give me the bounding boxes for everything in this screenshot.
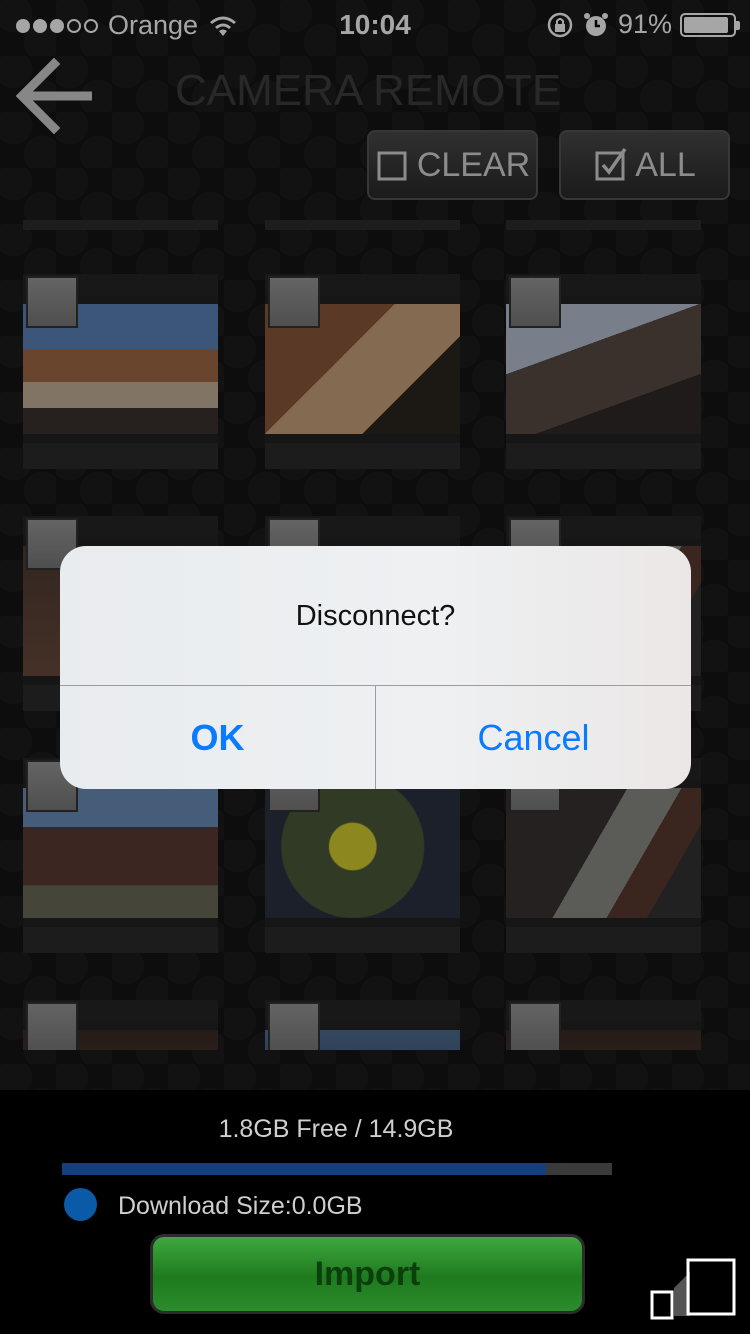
ok-button[interactable]: OK: [60, 686, 375, 789]
download-size: Download Size:0.0GB: [118, 1192, 363, 1220]
storage-info: 1.8GB Free / 14.9GB: [218, 1115, 454, 1143]
import-button[interactable]: Import: [150, 1234, 585, 1314]
disconnect-alert-dialog: Disconnect? OK Cancel: [60, 546, 691, 789]
storage-progress-bar: [62, 1163, 612, 1175]
import-label: Import: [314, 1254, 421, 1293]
cancel-button[interactable]: Cancel: [376, 686, 691, 789]
orientation-toggle-icon[interactable]: [650, 1258, 740, 1320]
alert-title: Disconnect?: [295, 600, 456, 632]
storage-progress-fill: [62, 1163, 546, 1175]
download-indicator-icon: [64, 1188, 97, 1221]
